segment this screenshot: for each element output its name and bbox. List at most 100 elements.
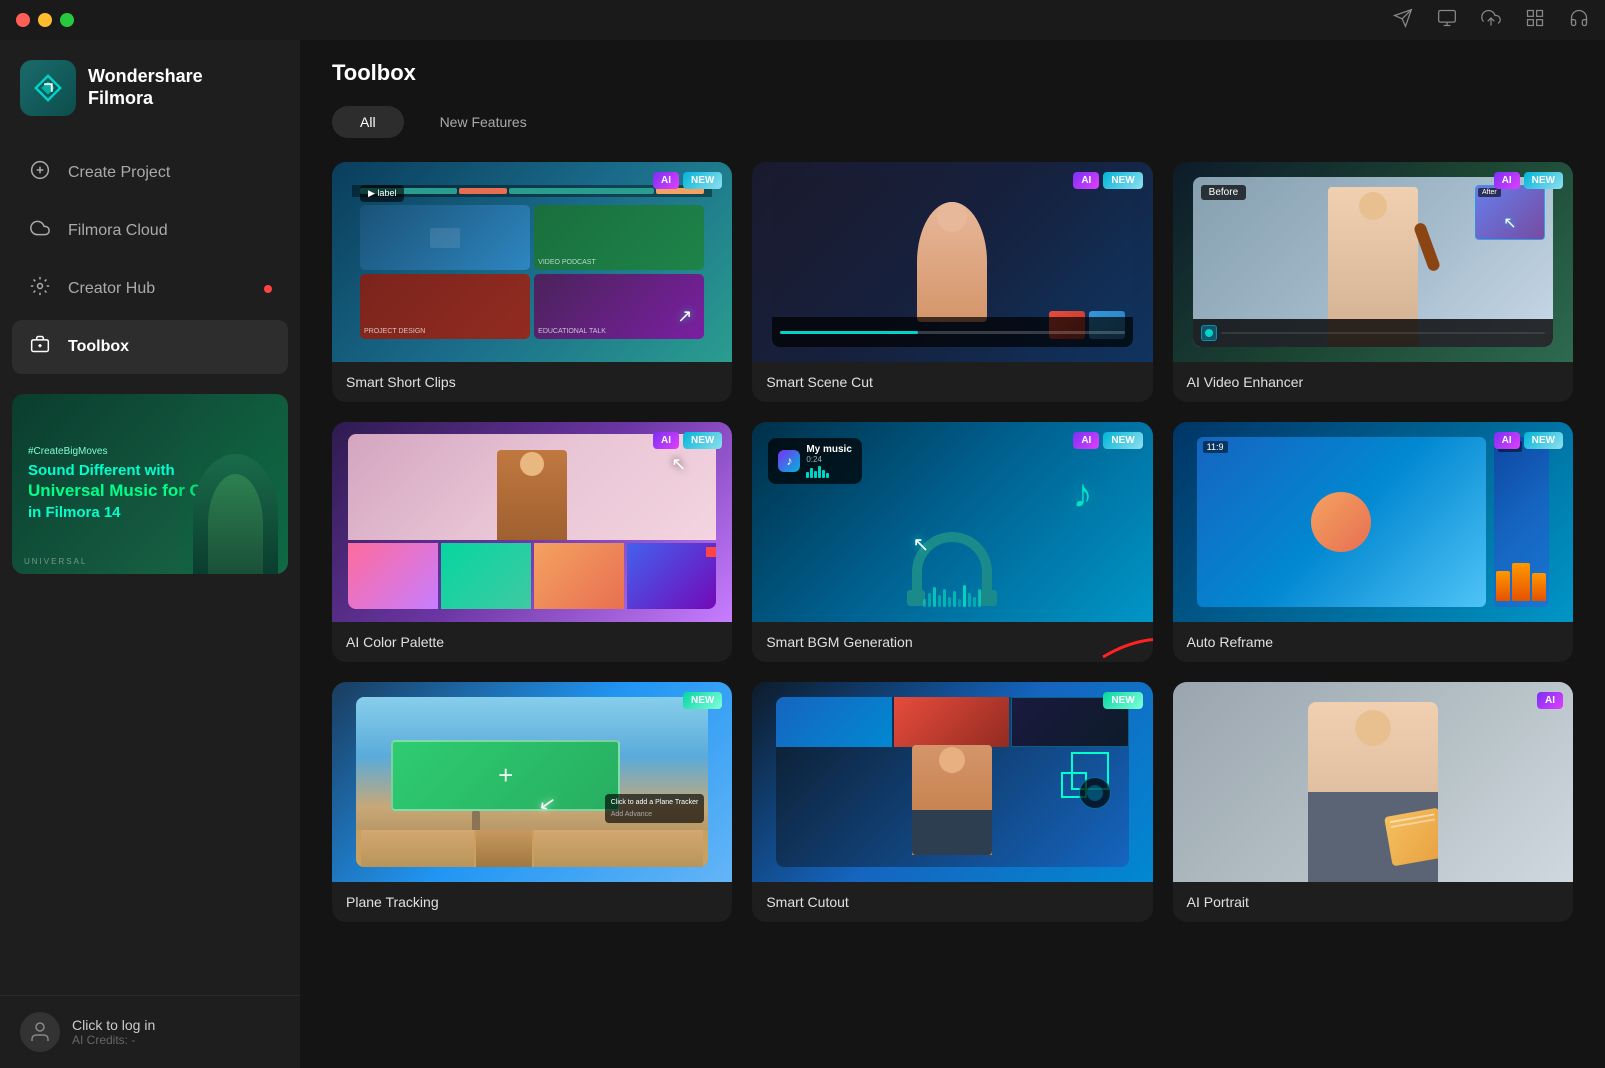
tool-card-title: Auto Reframe <box>1173 622 1573 662</box>
card-visual: ▶ label <box>332 162 732 362</box>
app-name-line2: Filmora <box>88 88 203 110</box>
create-project-icon <box>28 160 52 186</box>
badge-ai: AI <box>1073 432 1099 449</box>
sidebar-item-create-project[interactable]: Create Project <box>12 146 288 200</box>
toolbox-icon <box>28 334 52 360</box>
notification-dot <box>264 285 272 293</box>
badges: AI NEW <box>1073 432 1142 449</box>
card-visual <box>752 682 1152 882</box>
tool-card-ai-portrait[interactable]: AI <box>1173 682 1573 922</box>
app-logo: Wondershare Filmora <box>0 40 300 146</box>
clip-label-text: ▶ label <box>368 188 396 198</box>
tab-new-features[interactable]: New Features <box>412 106 555 138</box>
main-header: Toolbox All New Features <box>300 40 1605 162</box>
badges: NEW <box>1103 692 1142 709</box>
tool-card-plane-tracking[interactable]: NEW + <box>332 682 732 922</box>
banner-decoration <box>178 394 288 574</box>
tool-card-ai-color-palette[interactable]: AI NEW ↖ <box>332 422 732 662</box>
tab-all[interactable]: All <box>332 106 404 138</box>
card-visual: 11:9 9:16 <box>1173 422 1573 622</box>
badge-ai: AI <box>1073 172 1099 189</box>
card-visual: + Click to add a Plane Tracker <box>332 682 732 882</box>
sidebar-item-label-cloud: Filmora Cloud <box>68 222 168 240</box>
sidebar-item-creator-hub[interactable]: Creator Hub <box>12 262 288 316</box>
tool-card-image: AI NEW ▶ label <box>332 162 732 362</box>
badge-new: NEW <box>1103 692 1142 709</box>
sidebar-item-label-create: Create Project <box>68 164 170 182</box>
headphones-icon[interactable] <box>1569 8 1589 33</box>
cloud-upload-icon[interactable] <box>1481 8 1501 33</box>
card-visual: ♪ My music 0:24 <box>752 422 1152 622</box>
tool-card-image: NEW <box>752 682 1152 882</box>
sidebar-item-filmora-cloud[interactable]: Filmora Cloud <box>12 204 288 258</box>
tool-card-title: Smart Scene Cut <box>752 362 1152 402</box>
badges: NEW <box>683 692 722 709</box>
badges: AI NEW <box>1073 172 1142 189</box>
sidebar-item-label-toolbox: Toolbox <box>68 338 129 356</box>
tool-card-image: AI NEW <box>752 162 1152 362</box>
tool-card-title: AI Video Enhancer <box>1173 362 1573 402</box>
tool-card-title: AI Color Palette <box>332 622 732 662</box>
before-label: Before <box>1201 185 1246 200</box>
music-card-time: 0:24 <box>806 455 852 464</box>
main-content: Toolbox All New Features AI NEW ▶ label <box>300 0 1605 1068</box>
tool-card-smart-scene-cut[interactable]: AI NEW <box>752 162 1152 402</box>
card-visual <box>1173 682 1573 882</box>
tool-card-ai-video-enhancer[interactable]: AI NEW <box>1173 162 1573 402</box>
badge-new: NEW <box>1103 432 1142 449</box>
user-area[interactable]: Click to log in AI Credits: - <box>0 995 300 1068</box>
send-icon[interactable] <box>1393 8 1413 33</box>
monitor-icon[interactable] <box>1437 8 1457 33</box>
tool-card-image: AI NEW ↖ <box>332 422 732 622</box>
badge-new: NEW <box>683 172 722 189</box>
sidebar-banner[interactable]: #CreateBigMoves Sound Different with Uni… <box>12 394 288 574</box>
tools-grid: AI NEW ▶ label <box>300 162 1605 1068</box>
badge-new: NEW <box>1524 432 1563 449</box>
tool-card-smart-bgm[interactable]: AI NEW ♪ My music 0:24 <box>752 422 1152 662</box>
logo-text: Wondershare Filmora <box>88 66 203 109</box>
tool-card-smart-short-clips[interactable]: AI NEW ▶ label <box>332 162 732 402</box>
badge-ai: AI <box>1494 432 1520 449</box>
close-button[interactable] <box>16 13 30 27</box>
badges: AI NEW <box>1494 172 1563 189</box>
app-name-line1: Wondershare <box>88 66 203 88</box>
badges: AI NEW <box>653 432 722 449</box>
badge-new: NEW <box>1524 172 1563 189</box>
badge-ai: AI <box>653 172 679 189</box>
sidebar-item-toolbox[interactable]: Toolbox <box>12 320 288 374</box>
title-bar <box>0 0 1605 40</box>
logo-icon <box>20 60 76 116</box>
tool-card-image: AI NEW <box>1173 162 1573 362</box>
tool-card-title: Smart BGM Generation <box>752 622 1152 662</box>
card-visual <box>752 162 1152 362</box>
login-label: Click to log in <box>72 1017 155 1033</box>
tool-card-image: AI NEW ♪ My music 0:24 <box>752 422 1152 622</box>
minimize-button[interactable] <box>38 13 52 27</box>
tool-card-title: Smart Short Clips <box>332 362 732 402</box>
badge-new: NEW <box>683 692 722 709</box>
badges: AI <box>1537 692 1563 709</box>
tool-card-image: NEW + <box>332 682 732 882</box>
sidebar-item-label-hub: Creator Hub <box>68 280 155 298</box>
tool-card-title: AI Portrait <box>1173 882 1573 922</box>
credits-label: AI Credits: - <box>72 1033 155 1047</box>
tool-card-smart-cutout[interactable]: NEW <box>752 682 1152 922</box>
grid-icon[interactable] <box>1525 8 1545 33</box>
badge-ai: AI <box>653 432 679 449</box>
maximize-button[interactable] <box>60 13 74 27</box>
card-visual: Before After ↖ <box>1173 162 1573 362</box>
badge-new: NEW <box>683 432 722 449</box>
badge-new: NEW <box>1103 172 1142 189</box>
creator-hub-icon <box>28 276 52 302</box>
tool-card-auto-reframe[interactable]: AI NEW 11:9 <box>1173 422 1573 662</box>
sidebar: Wondershare Filmora Create Project Filmo… <box>0 0 300 1068</box>
badges: AI NEW <box>653 172 722 189</box>
tool-card-image: AI <box>1173 682 1573 882</box>
tool-card-title: Smart Cutout <box>752 882 1152 922</box>
cloud-icon <box>28 218 52 244</box>
sidebar-nav: Create Project Filmora Cloud Creator Hub… <box>0 146 300 374</box>
page-title: Toolbox <box>332 60 1573 86</box>
badge-ai: AI <box>1494 172 1520 189</box>
badges: AI NEW <box>1494 432 1563 449</box>
tool-card-image: AI NEW 11:9 <box>1173 422 1573 622</box>
